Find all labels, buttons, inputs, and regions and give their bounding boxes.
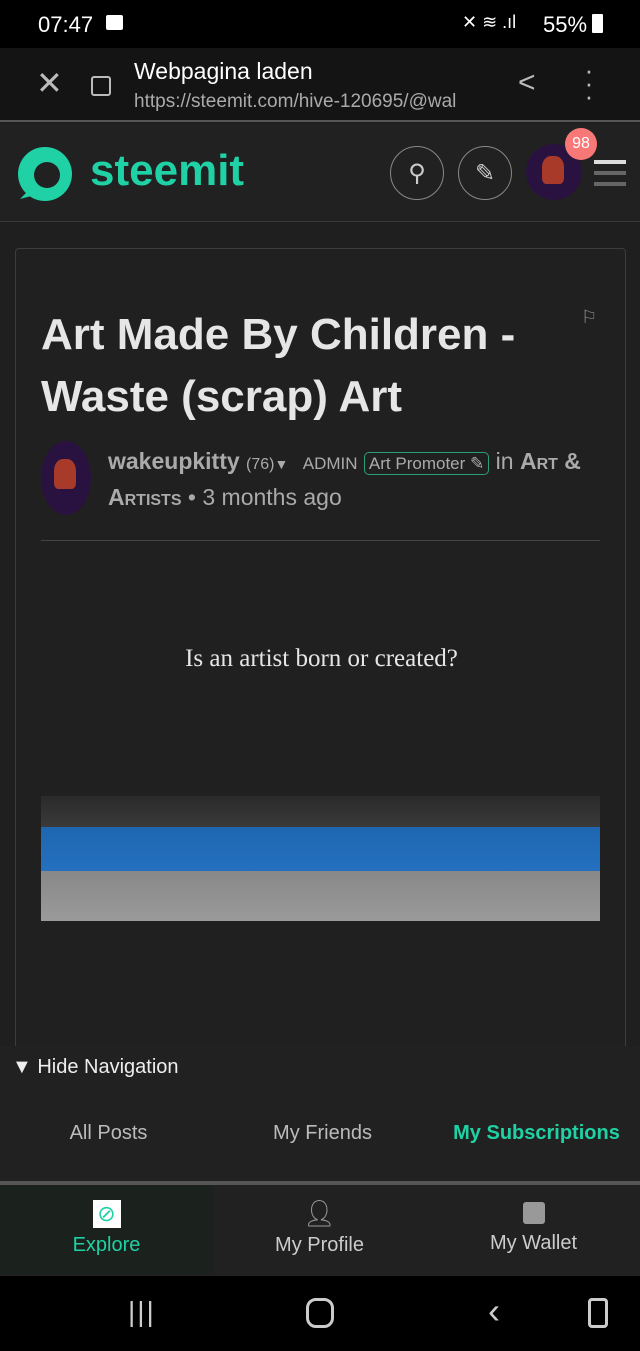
lock-icon[interactable] (91, 76, 111, 96)
compass-icon: ⊘ (92, 1200, 121, 1228)
page-title: Webpagina laden (134, 58, 313, 84)
gallery-icon (106, 15, 123, 30)
pencil-icon: ✎ (470, 454, 485, 473)
nav-label: Explore (72, 1234, 141, 1256)
tab-all-posts[interactable]: All Posts (2, 1122, 215, 1145)
divider (0, 1181, 640, 1185)
status-time: 07:47 (38, 12, 94, 37)
search-icon: ⚲ (408, 159, 426, 187)
in-label: in (495, 448, 514, 474)
tab-my-friends[interactable]: My Friends (216, 1122, 429, 1145)
logo-text[interactable]: steemit (90, 146, 244, 196)
system-nav-bar: ||| ‹ (0, 1276, 640, 1351)
rotate-icon[interactable] (588, 1298, 608, 1328)
role-badge: Art Promoter ✎ (363, 452, 490, 475)
post-meta: wakeupkitty (76)▼ ADMIN Art Promoter ✎ i… (108, 445, 608, 513)
cat-icon (542, 156, 564, 184)
site-header: steemit ⚲ ✎ 98 (0, 124, 640, 222)
close-icon[interactable]: ✕ (36, 64, 63, 102)
user-icon: 👤︎ (302, 1198, 336, 1228)
post-time: 3 months ago (202, 484, 342, 510)
tab-my-subscriptions[interactable]: My Subscriptions (430, 1122, 640, 1145)
post-image[interactable] (41, 796, 600, 921)
signal-icons: ✕ ≋ .ıl (462, 12, 517, 32)
author-avatar[interactable] (41, 441, 91, 515)
reputation: (76) (246, 456, 275, 473)
menu-icon[interactable] (594, 160, 626, 186)
role: ADMIN (302, 454, 358, 473)
post-title: Art Made By Children - Waste (scrap) Art (41, 310, 516, 421)
post-card: ⚐ Art Made By Children - Waste (scrap) A… (15, 248, 626, 1068)
nav-label: My Wallet (489, 1232, 578, 1254)
separator: • (187, 484, 196, 510)
steemit-logo-icon[interactable] (15, 144, 75, 204)
search-button[interactable]: ⚲ (390, 146, 444, 200)
battery-percent: 55% (543, 12, 588, 37)
caret-down-icon[interactable]: ▼ (275, 456, 289, 472)
triangle-down-icon: ▼ (12, 1056, 32, 1078)
nav-label: My Profile (275, 1234, 364, 1256)
nav-my-wallet[interactable]: My Wallet (427, 1186, 640, 1274)
pencil-icon: ✎ (474, 159, 496, 187)
hide-navigation-label: Hide Navigation (37, 1056, 179, 1078)
notification-badge[interactable]: 98 (565, 128, 597, 160)
browser-bar: ✕ Webpagina laden https://steemit.com/hi… (0, 48, 640, 122)
divider (41, 540, 600, 541)
home-icon[interactable] (306, 1298, 334, 1328)
nav-explore[interactable]: ⊘ Explore (0, 1186, 213, 1274)
hide-navigation-toggle[interactable]: ▼ Hide Navigation (12, 1056, 179, 1079)
status-bar: 07:47 ✕ ≋ .ıl 55% (0, 0, 640, 48)
post-body-text: Is an artist born or created? (185, 645, 458, 672)
badge-label: Art Promoter (368, 454, 466, 473)
nav-my-profile[interactable]: 👤︎ My Profile (213, 1186, 426, 1274)
flag-icon[interactable]: ⚐ (581, 307, 597, 328)
share-icon[interactable]: < (518, 66, 536, 100)
more-icon[interactable]: · · · (582, 57, 596, 109)
url[interactable]: https://steemit.com/hive-120695/@wal (134, 91, 496, 113)
battery-icon (592, 14, 603, 33)
back-icon[interactable]: ‹ (488, 1290, 500, 1332)
write-button[interactable]: ✎ (458, 146, 512, 200)
cat-icon (54, 459, 76, 489)
author-link[interactable]: wakeupkitty (108, 448, 240, 474)
wallet-icon (522, 1202, 545, 1224)
recent-apps-icon[interactable]: ||| (128, 1296, 156, 1328)
